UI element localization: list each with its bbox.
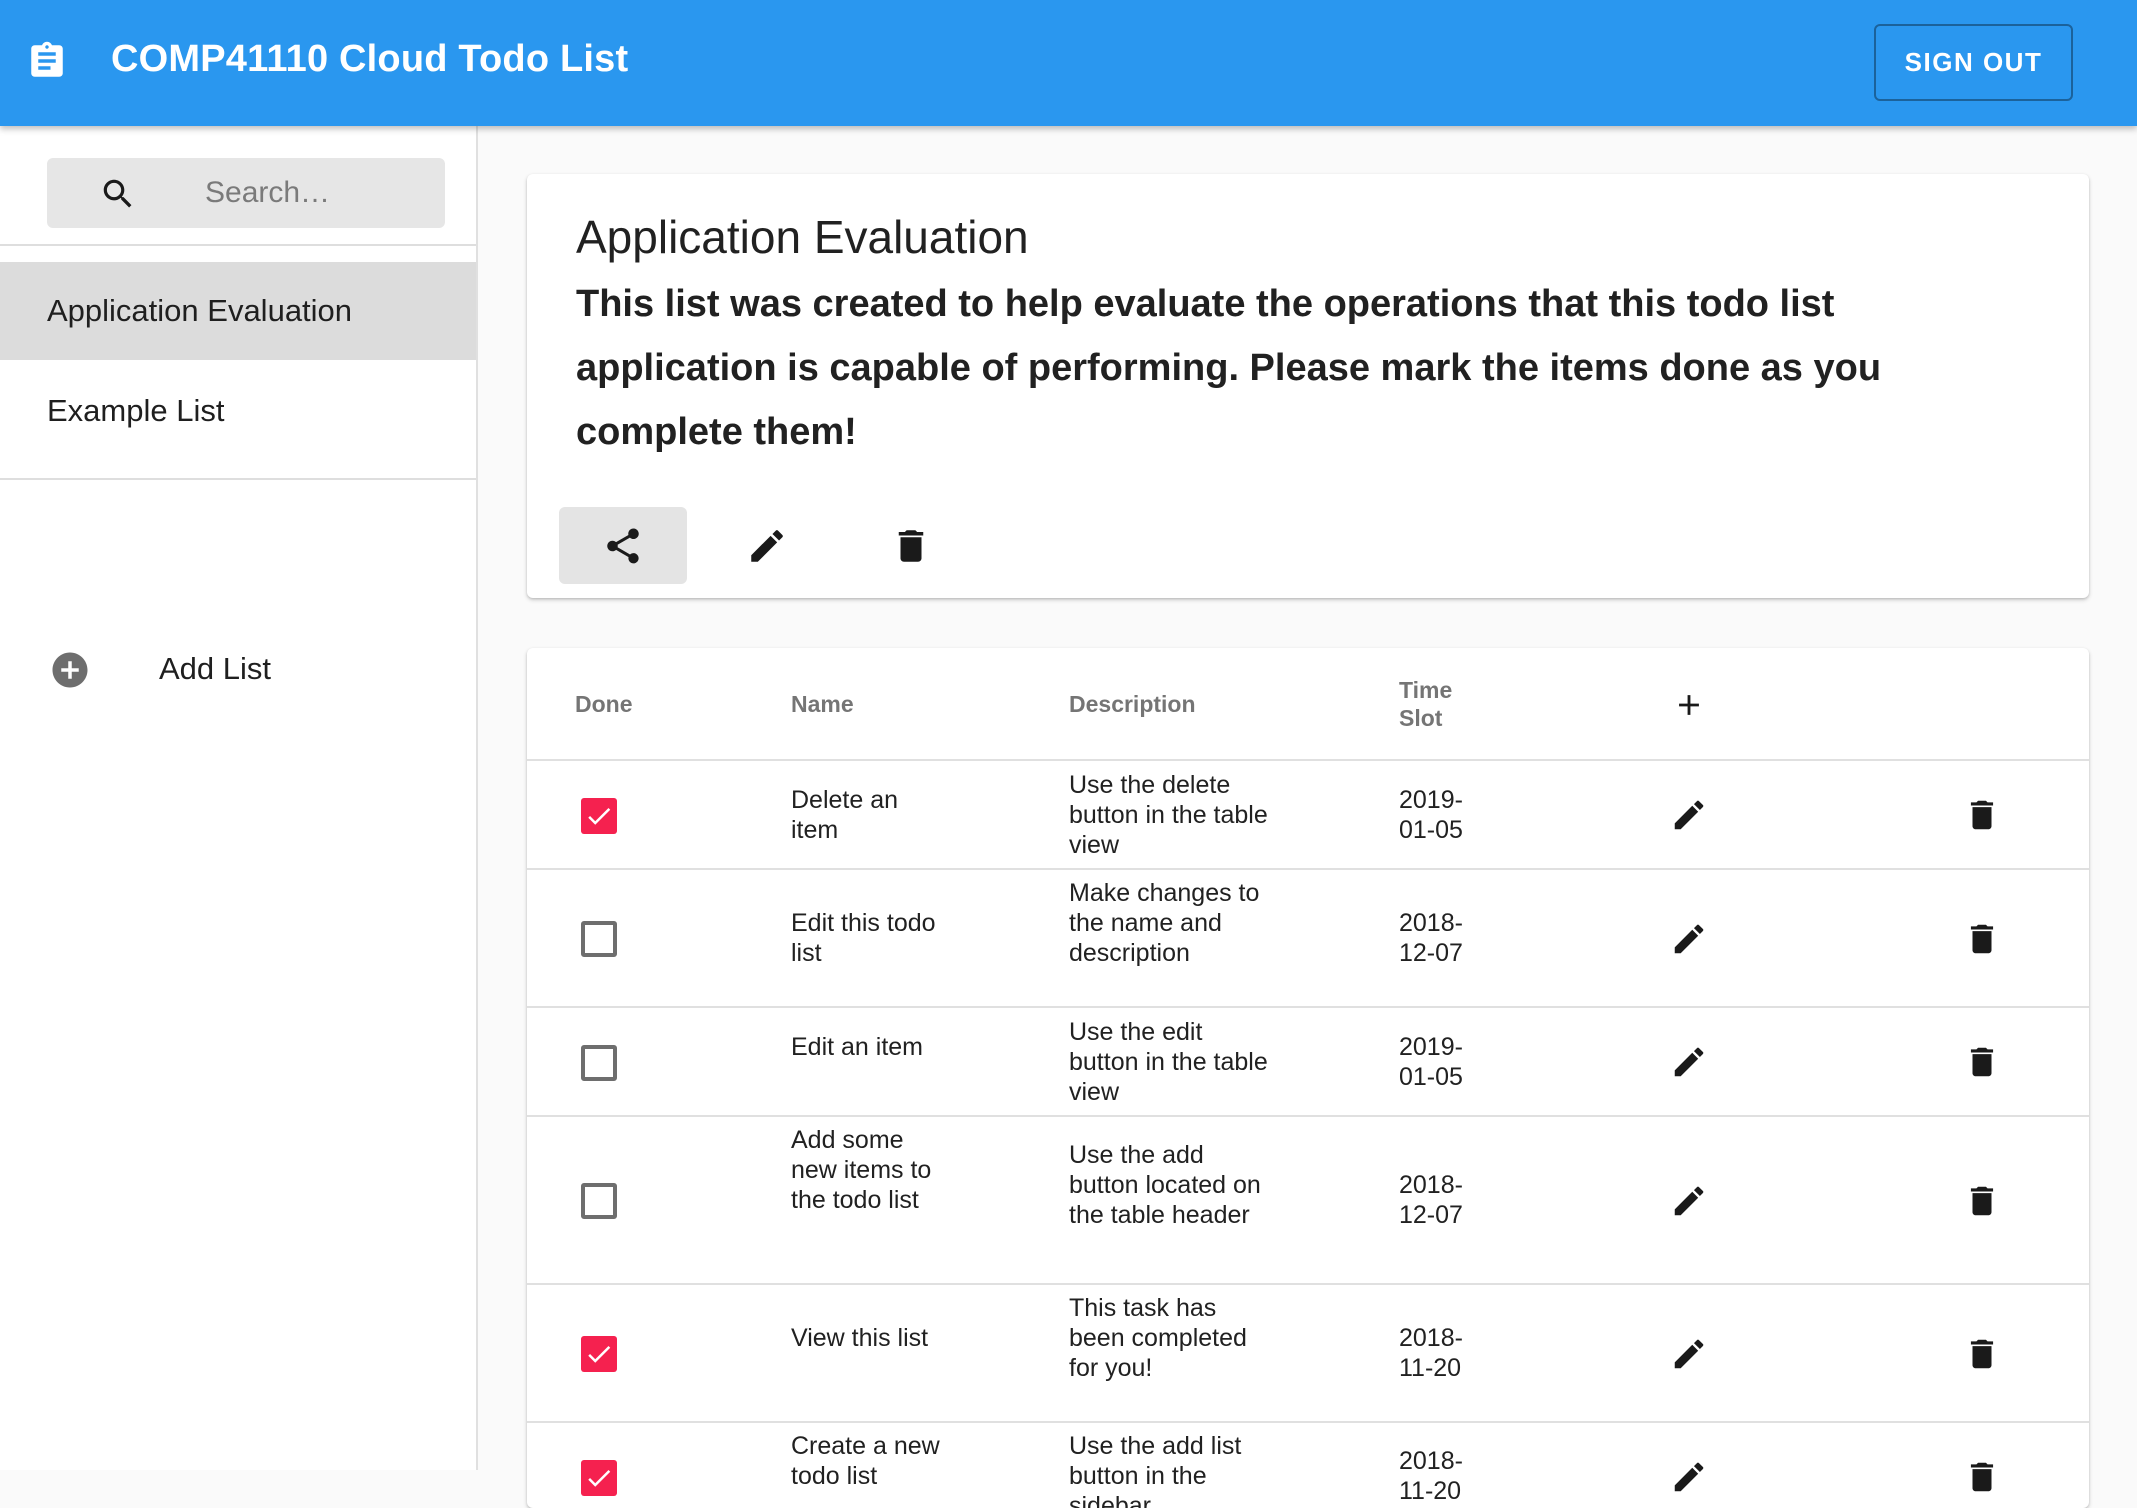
item-name: Edit this todo list <box>791 909 936 967</box>
item-time-slot: 2018-11-20 <box>1399 1324 1463 1382</box>
item-name: Add some new items to the todo list <box>791 1126 932 1214</box>
search-box[interactable] <box>47 158 445 228</box>
table-row: Add some new items to the todo list Use … <box>527 1117 2089 1285</box>
search-icon <box>99 175 137 213</box>
item-time-slot: 2018-12-07 <box>1399 1171 1463 1229</box>
sidebar: Application Evaluation Example List Add … <box>0 126 478 1470</box>
header-time-slot: Time Slot <box>1399 677 1453 731</box>
item-name: Delete an item <box>791 786 899 844</box>
sidebar-item-example-list[interactable]: Example List <box>0 362 476 460</box>
sign-out-button[interactable]: SIGN OUT <box>1874 24 2073 101</box>
edit-item-button[interactable] <box>1670 1458 1708 1496</box>
delete-item-button[interactable] <box>1963 1458 2001 1496</box>
header-description: Description <box>1069 691 1196 717</box>
item-name: View this list <box>791 1324 929 1352</box>
search-input[interactable] <box>205 168 425 218</box>
list-title: Application Evaluation <box>576 211 1029 263</box>
item-description: Use the add button located on the table … <box>1069 1141 1261 1229</box>
share-icon <box>602 525 644 567</box>
pencil-icon <box>1670 1182 1708 1220</box>
add-circle-icon <box>49 649 91 691</box>
app-bar: COMP41110 Cloud Todo List SIGN OUT <box>0 0 2137 126</box>
pencil-icon <box>746 525 788 567</box>
item-time-slot: 2018-12-07 <box>1399 909 1463 967</box>
item-description: This task has been completed for you! <box>1069 1294 1247 1382</box>
add-item-button[interactable] <box>1672 688 1706 722</box>
share-list-button[interactable] <box>559 507 687 584</box>
item-description: Use the delete button in the table view <box>1069 771 1268 859</box>
header-done: Done <box>575 691 633 717</box>
add-list-button[interactable]: Add List <box>0 624 476 716</box>
delete-item-button[interactable] <box>1963 1182 2001 1220</box>
edit-item-button[interactable] <box>1670 1043 1708 1081</box>
trash-icon <box>1963 1335 2001 1373</box>
edit-item-button[interactable] <box>1670 796 1708 834</box>
pencil-icon <box>1670 796 1708 834</box>
done-checkbox[interactable] <box>581 798 617 834</box>
add-list-label: Add List <box>159 651 272 686</box>
delete-item-button[interactable] <box>1963 920 2001 958</box>
sidebar-item-application-evaluation[interactable]: Application Evaluation <box>0 262 476 360</box>
trash-icon <box>1963 796 2001 834</box>
table-row: Create a new todo list Use the add list … <box>527 1423 2089 1508</box>
app-title: COMP41110 Cloud Todo List <box>111 38 629 80</box>
edit-item-button[interactable] <box>1670 1335 1708 1373</box>
clipboard-icon <box>26 39 68 83</box>
pencil-icon <box>1670 920 1708 958</box>
item-name: Edit an item <box>791 1033 924 1061</box>
trash-icon <box>1963 920 2001 958</box>
trash-icon <box>890 525 932 567</box>
table-row: Edit an item Use the edit button in the … <box>527 1008 2089 1117</box>
sidebar-item-label: Example List <box>47 393 225 428</box>
list-info-card: Application Evaluation This list was cre… <box>527 174 2089 598</box>
trash-icon <box>1963 1182 2001 1220</box>
delete-item-button[interactable] <box>1963 1335 2001 1373</box>
pencil-icon <box>1670 1335 1708 1373</box>
pencil-icon <box>1670 1458 1708 1496</box>
delete-item-button[interactable] <box>1963 796 2001 834</box>
item-time-slot: 2018-11-20 <box>1399 1447 1463 1505</box>
done-checkbox[interactable] <box>581 1045 617 1081</box>
item-time-slot: 2019-01-05 <box>1399 1033 1463 1091</box>
item-name: Create a new todo list <box>791 1432 940 1490</box>
done-checkbox[interactable] <box>581 1460 617 1496</box>
table-row: Edit this todo list Make changes to the … <box>527 870 2089 1008</box>
done-checkbox[interactable] <box>581 1183 617 1219</box>
list-description: This list was created to help evaluate t… <box>576 283 1882 453</box>
item-description: Make changes to the name and description <box>1069 879 1260 967</box>
sidebar-item-label: Application Evaluation <box>47 293 353 328</box>
table-row: Delete an item Use the delete button in … <box>527 761 2089 870</box>
item-description: Use the edit button in the table view <box>1069 1018 1268 1106</box>
done-checkbox[interactable] <box>581 921 617 957</box>
sidebar-divider <box>0 244 476 246</box>
table-header: Done Name Description Time Slot <box>527 648 2089 761</box>
done-checkbox[interactable] <box>581 1336 617 1372</box>
delete-item-button[interactable] <box>1963 1043 2001 1081</box>
header-name: Name <box>791 691 854 717</box>
delete-list-button[interactable] <box>847 507 975 584</box>
edit-item-button[interactable] <box>1670 1182 1708 1220</box>
todo-table: Done Name Description Time Slot Delete a… <box>527 648 2089 1508</box>
plus-icon <box>1672 688 1706 722</box>
edit-list-button[interactable] <box>703 507 831 584</box>
sidebar-divider <box>0 478 476 480</box>
edit-item-button[interactable] <box>1670 920 1708 958</box>
trash-icon <box>1963 1458 2001 1496</box>
table-row: View this list This task has been comple… <box>527 1285 2089 1423</box>
trash-icon <box>1963 1043 2001 1081</box>
item-time-slot: 2019-01-05 <box>1399 786 1463 844</box>
pencil-icon <box>1670 1043 1708 1081</box>
